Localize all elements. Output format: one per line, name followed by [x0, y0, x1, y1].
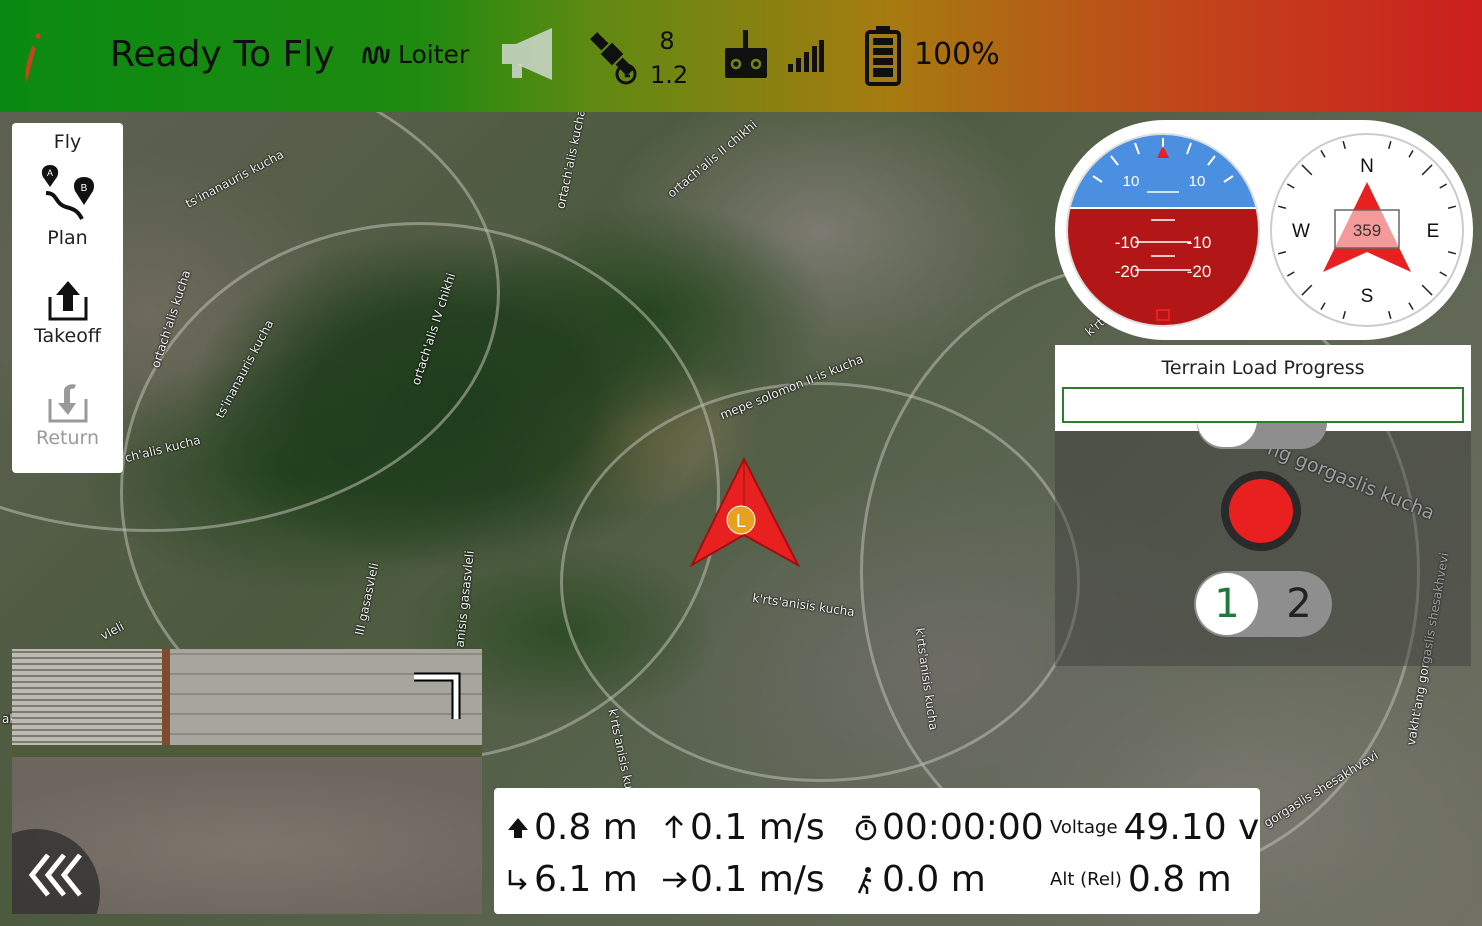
- street-label: ortach'alis II chikhi: [664, 117, 760, 201]
- voltage-readout: Voltage 49.10 v: [1050, 808, 1259, 848]
- record-dot-icon: [1229, 479, 1293, 543]
- satellite-count: 8: [659, 27, 675, 55]
- return-icon: [48, 384, 87, 423]
- return-button[interactable]: Return: [12, 379, 123, 449]
- pitch-label: -20: [1187, 262, 1212, 281]
- compass-south: S: [1361, 286, 1374, 307]
- voltage-value: 49.10 v: [1123, 807, 1260, 848]
- voltage-label: Voltage: [1050, 817, 1118, 838]
- flight-time-value: 00:00:00: [882, 807, 1044, 848]
- top-status-bar: Ready To Fly Loiter 8 1.2 100%: [0, 0, 1482, 112]
- alt-rel-readout: Alt (Rel) 0.8 m: [1050, 860, 1232, 900]
- return-label: Return: [35, 427, 100, 449]
- vertical-speed-icon: [665, 815, 683, 838]
- megaphone-icon[interactable]: [498, 26, 562, 82]
- camera-control-panel: 1 2: [1055, 423, 1471, 666]
- alt-rel-value: 0.8 m: [1127, 859, 1232, 900]
- compass-east: E: [1427, 221, 1440, 242]
- horizontal-speed-readout: 0.1 m/s: [660, 860, 825, 900]
- svg-text:A: A: [46, 168, 52, 178]
- vehicle-marker-icon[interactable]: L: [690, 457, 802, 569]
- vertical-speed-readout: 0.1 m/s: [660, 808, 825, 848]
- compass-heading: 359: [1353, 221, 1381, 240]
- app-logo-icon[interactable]: [18, 30, 46, 86]
- pitch-label: 10: [1189, 173, 1206, 190]
- distance-value: 6.1 m: [534, 859, 638, 900]
- rc-transmitter-icon[interactable]: [722, 28, 770, 80]
- alt-rel-label: Alt (Rel): [1050, 869, 1122, 890]
- flight-mode-selector[interactable]: Loiter: [362, 40, 469, 69]
- camera-select-switch[interactable]: 1 2: [1194, 571, 1332, 637]
- pitch-label: 10: [1123, 173, 1140, 190]
- camera-mode-knob: [1197, 423, 1257, 447]
- video-feed[interactable]: [12, 649, 482, 914]
- gps-readout: 8 1.2: [650, 24, 689, 92]
- plan-label: Plan: [47, 227, 88, 249]
- terrain-title: Terrain Load Progress: [1161, 357, 1365, 379]
- distance-readout: 6.1 m: [504, 860, 638, 900]
- flight-mode-icon: [362, 45, 390, 64]
- video-post: [162, 649, 170, 753]
- home-distance-value: 0.0 m: [882, 859, 986, 900]
- pitch-label: -10: [1115, 233, 1140, 252]
- pitch-label: -20: [1115, 262, 1140, 281]
- walking-person-icon: [857, 867, 872, 894]
- attitude-indicator: 10 10 -10 -10 -20 -20: [1066, 133, 1260, 327]
- street-label: vleli: [98, 619, 127, 643]
- horizontal-speed-icon: [663, 872, 687, 888]
- fly-button[interactable]: Fly: [12, 131, 123, 153]
- vehicle-status[interactable]: Ready To Fly: [110, 34, 335, 75]
- camera-option-1[interactable]: 1: [1196, 573, 1258, 635]
- rc-signal-icon: [788, 40, 824, 72]
- expand-video-icon[interactable]: [412, 671, 464, 723]
- gps-satellite-icon[interactable]: [582, 26, 642, 86]
- plan-route-icon: A B: [41, 165, 94, 220]
- plan-button[interactable]: A B Plan: [12, 163, 123, 249]
- instrument-panel[interactable]: 10 10 -10 -10 -20 -20 N S E W 359: [1055, 120, 1473, 340]
- timer-icon: [855, 815, 877, 841]
- flight-mode-label: Loiter: [398, 40, 470, 69]
- street-label: ortach'alis kucha: [553, 112, 589, 211]
- takeoff-icon: [48, 281, 87, 321]
- compass-north: N: [1360, 156, 1374, 177]
- altitude-value: 0.8 m: [534, 807, 638, 848]
- altitude-arrow-icon: [508, 818, 528, 838]
- svg-text:B: B: [80, 183, 87, 194]
- camera-option-2[interactable]: 2: [1268, 573, 1330, 635]
- battery-icon[interactable]: [864, 24, 902, 86]
- tool-strip: Fly A B Plan Takeoff Return: [12, 123, 123, 473]
- vehicle-marker-label: L: [736, 511, 746, 531]
- chevrons-left-icon: [28, 853, 82, 897]
- home-distance-readout: 0.0 m: [852, 860, 986, 900]
- camera-mode-toggle[interactable]: [1197, 423, 1327, 449]
- video-gate: [12, 649, 162, 753]
- altitude-readout: 0.8 m: [504, 808, 638, 848]
- compass-west: W: [1292, 221, 1310, 242]
- telemetry-panel[interactable]: 0.8 m 6.1 m 0.1 m/s 0.1 m/s 00:00:00 0.0…: [494, 788, 1260, 914]
- vertical-speed-value: 0.1 m/s: [690, 807, 825, 848]
- horizontal-speed-value: 0.1 m/s: [690, 859, 825, 900]
- compass-indicator: N S E W 359: [1270, 133, 1464, 327]
- distance-arrow-icon: [508, 870, 527, 890]
- battery-percent: 100%: [914, 37, 1000, 72]
- takeoff-label: Takeoff: [34, 325, 101, 347]
- terrain-progress-bar: [1062, 387, 1464, 423]
- terrain-load-panel: Terrain Load Progress: [1055, 345, 1471, 431]
- fly-label: Fly: [53, 131, 82, 153]
- pitch-label: -10: [1187, 233, 1212, 252]
- takeoff-button[interactable]: Takeoff: [12, 277, 123, 347]
- flight-time-readout: 00:00:00: [852, 808, 1044, 848]
- record-button[interactable]: [1221, 471, 1301, 551]
- gps-hdop: 1.2: [650, 61, 689, 89]
